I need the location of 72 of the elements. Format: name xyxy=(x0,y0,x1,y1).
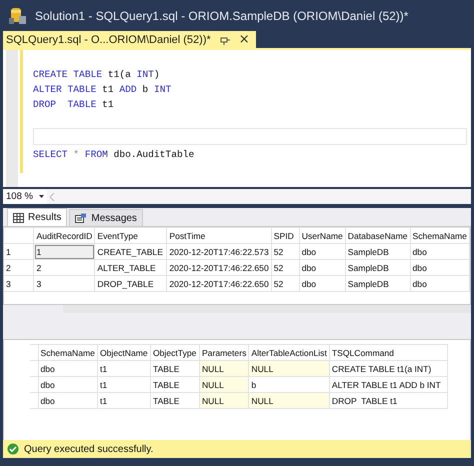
table-cell: NULL xyxy=(248,360,330,376)
window-title: Solution1 - SQLQuery1.sql - ORIOM.SampleDB (ORIOM\Daniel (52))* xyxy=(35,8,408,22)
results-tab[interactable]: Results xyxy=(7,208,68,226)
table-cell: TABLE xyxy=(150,360,200,376)
code-line: CREATE TABLE t1(a INT) xyxy=(33,68,161,82)
column-header[interactable]: DatabaseName xyxy=(345,228,410,244)
table-cell: dbo xyxy=(38,360,98,376)
table-cell: NULL xyxy=(248,392,330,408)
tab-title: SQLQuery1.sql - O...ORIOM\Daniel (52))* xyxy=(6,34,211,46)
column-header[interactable]: Parameters xyxy=(199,344,249,360)
column-header[interactable]: SchemaName xyxy=(410,228,470,244)
column-header[interactable]: ObjectType xyxy=(150,344,200,360)
table-cell: NULL xyxy=(199,392,249,408)
table-cell: 3 xyxy=(34,276,95,292)
table-cell: NULL xyxy=(199,376,249,392)
close-button[interactable]: × xyxy=(238,33,250,46)
results-tab[interactable]: Messages xyxy=(69,209,143,226)
table-cell: SampleDB xyxy=(345,244,410,260)
table-cell: 2020-12-20T17:46:22.650 xyxy=(166,276,272,292)
grid-icon xyxy=(13,212,24,222)
caret-icon xyxy=(38,195,44,198)
table-cell: 2020-12-20T17:46:22.573 xyxy=(166,244,272,260)
row-number[interactable]: 3 xyxy=(4,276,34,292)
row-number[interactable]: 2 xyxy=(4,260,34,276)
code-line: ALTER TABLE t1 ADD b INT xyxy=(33,83,172,97)
table-cell: SampleDB xyxy=(345,276,410,292)
document-tab[interactable]: SQLQuery1.sql - O...ORIOM\Daniel (52))* × xyxy=(3,31,256,48)
column-header[interactable]: UserName xyxy=(299,228,346,244)
table-cell: t1 xyxy=(97,360,150,376)
table-cell: dbo xyxy=(299,276,346,292)
table-cell: 2020-12-20T17:46:22.650 xyxy=(166,260,272,276)
table-cell: NULL xyxy=(199,360,249,376)
check-icon xyxy=(7,443,19,455)
table-cell: dbo xyxy=(410,276,470,292)
table-cell: 52 xyxy=(271,260,300,276)
column-header[interactable]: TSQLCommand xyxy=(329,344,448,360)
messages-icon xyxy=(75,213,88,223)
status-message: Query executed successfully. xyxy=(24,444,154,454)
column-header[interactable]: AlterTableActionList xyxy=(248,344,330,360)
table-cell: CREATE TABLE t1(a INT) xyxy=(329,360,448,376)
column-header[interactable]: AuditRecordID xyxy=(34,228,95,244)
table-cell: ALTER_TABLE xyxy=(94,260,167,276)
table-cell: t1 xyxy=(97,392,150,408)
table-cell: 1 xyxy=(34,244,95,260)
table-cell: dbo xyxy=(38,392,98,408)
app-icon xyxy=(8,6,27,25)
table-cell: 52 xyxy=(271,276,300,292)
scroll-left-icon[interactable] xyxy=(50,192,55,200)
zoom-dropdown[interactable]: 108 % xyxy=(3,190,47,204)
column-header[interactable]: SPID xyxy=(271,228,300,244)
table-cell: dbo xyxy=(410,260,470,276)
table-cell: dbo xyxy=(299,260,346,276)
table-cell: 52 xyxy=(271,244,300,260)
table-cell: TABLE xyxy=(150,392,200,408)
table-cell: CREATE_TABLE xyxy=(94,244,167,260)
code-line: DROP TABLE t1 xyxy=(33,98,115,112)
table-cell: dbo xyxy=(38,376,98,392)
table-cell: 2 xyxy=(34,260,95,276)
table-cell: DROP_TABLE xyxy=(94,276,167,292)
table-cell: SampleDB xyxy=(345,260,410,276)
table-cell: dbo xyxy=(299,244,346,260)
table-cell: TABLE xyxy=(150,376,200,392)
table-cell: DROP TABLE t1 xyxy=(329,392,448,408)
table-cell: ALTER TABLE t1 ADD b INT xyxy=(329,376,448,392)
table-cell: t1 xyxy=(97,376,150,392)
column-header[interactable]: ObjectName xyxy=(97,344,150,360)
code-line: SELECT * FROM dbo.AuditTable xyxy=(33,148,196,162)
column-header[interactable]: SchemaName xyxy=(38,344,98,360)
column-header[interactable]: PostTime xyxy=(166,228,272,244)
column-header[interactable]: EventType xyxy=(94,228,167,244)
horizontal-scrollbar[interactable] xyxy=(63,305,471,313)
table-cell: dbo xyxy=(410,244,470,260)
